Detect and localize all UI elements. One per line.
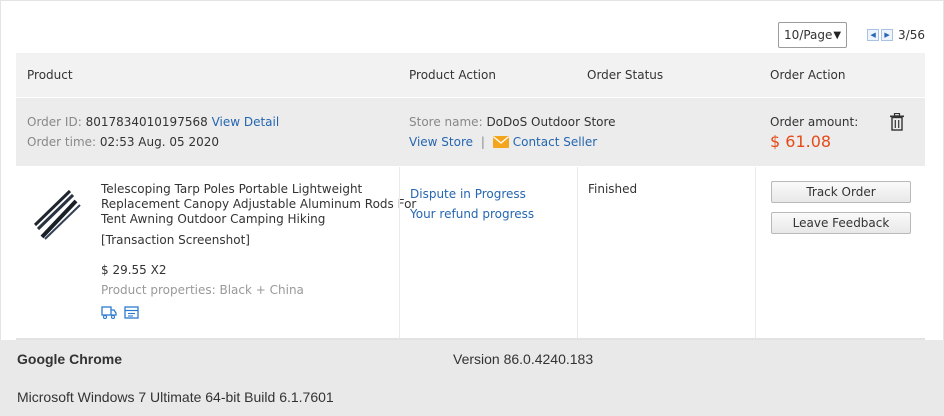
leave-feedback-button[interactable]: Leave Feedback <box>771 212 911 234</box>
orders-panel: 10/Page ▼ ◀ ▶ 3/56 Product Product Actio… <box>0 0 944 340</box>
product-properties: Product properties: Black + China <box>101 283 304 297</box>
order-amount-label: Order amount: <box>770 115 859 129</box>
order-id-value: 8017834010197568 <box>85 115 208 129</box>
column-divider <box>755 167 756 339</box>
table-header: Product Product Action Order Status Orde… <box>16 53 925 97</box>
shipping-icon[interactable] <box>101 306 117 319</box>
header-order-action: Order Action <box>770 68 846 82</box>
browser-info: Google Chrome Version 86.0.4240.183 Micr… <box>0 340 944 416</box>
store-name-label: Store name: <box>409 115 483 129</box>
product-properties-label: Product properties: <box>101 283 216 297</box>
contact-seller-label: Contact Seller <box>512 135 598 149</box>
track-order-button[interactable]: Track Order <box>771 181 911 203</box>
product-price: $ 29.55 X2 <box>101 263 167 277</box>
order-summary: Order ID: 8017834010197568 View Detail O… <box>16 98 925 166</box>
browser-version: Version 86.0.4240.183 <box>453 351 594 367</box>
header-product: Product <box>27 68 73 82</box>
order-time-label: Order time: <box>27 135 97 149</box>
page-count: 3/56 <box>898 28 925 42</box>
order-time-value: 02:53 Aug. 05 2020 <box>99 135 219 149</box>
product-title-line3: Tent Awning Outdoor Camping Hiking <box>101 212 326 226</box>
product-title-link[interactable]: Telescoping Tarp Poles Portable Lightwei… <box>101 182 416 227</box>
order-item-row: Telescoping Tarp Poles Portable Lightwei… <box>16 167 925 339</box>
transaction-snapshot-link[interactable]: [Transaction Screenshot] <box>101 233 250 247</box>
mail-icon <box>492 136 509 148</box>
column-divider <box>399 167 400 339</box>
list-icon[interactable] <box>124 306 139 319</box>
order-id: Order ID: 8017834010197568 View Detail <box>27 115 279 129</box>
dispute-in-progress-link[interactable]: Dispute in Progress <box>410 187 526 201</box>
page-size-value: 10/Page <box>784 28 833 42</box>
column-divider <box>577 167 578 339</box>
header-order-status: Order Status <box>587 68 664 82</box>
product-thumbnail[interactable] <box>28 185 88 245</box>
browser-name: Google Chrome <box>17 351 123 367</box>
product-properties-value: Black + China <box>219 283 304 297</box>
page-size-select[interactable]: 10/Page ▼ <box>778 22 848 48</box>
link-separator: | <box>480 135 485 149</box>
store-name-value: DoDoS Outdoor Store <box>486 115 616 129</box>
pagination: 10/Page ▼ ◀ ▶ 3/56 <box>778 22 925 48</box>
os-info: Microsoft Windows 7 Ultimate 64-bit Buil… <box>17 389 334 405</box>
order-time: Order time: 02:53 Aug. 05 2020 <box>27 135 219 149</box>
contact-seller-link[interactable]: Contact Seller <box>492 135 598 149</box>
order-amount-value: $ 61.08 <box>770 132 832 151</box>
view-store-link[interactable]: View Store <box>409 135 473 149</box>
prev-page-icon[interactable]: ◀ <box>867 29 880 41</box>
trash-icon[interactable] <box>889 113 905 131</box>
store-name: Store name: DoDoS Outdoor Store <box>409 115 616 129</box>
store-links: View Store | Contact Seller <box>409 135 597 149</box>
order-status-value: Finished <box>588 182 638 196</box>
chevron-down-icon: ▼ <box>833 29 842 41</box>
refund-progress-link[interactable]: Your refund progress <box>410 207 534 221</box>
header-product-action: Product Action <box>409 68 496 82</box>
product-title-line1: Telescoping Tarp Poles Portable Lightwei… <box>101 182 363 196</box>
view-detail-link[interactable]: View Detail <box>212 115 280 129</box>
order-id-label: Order ID: <box>27 115 82 129</box>
product-title-line2: Replacement Canopy Adjustable Aluminum R… <box>101 197 417 211</box>
next-page-icon[interactable]: ▶ <box>881 29 894 41</box>
